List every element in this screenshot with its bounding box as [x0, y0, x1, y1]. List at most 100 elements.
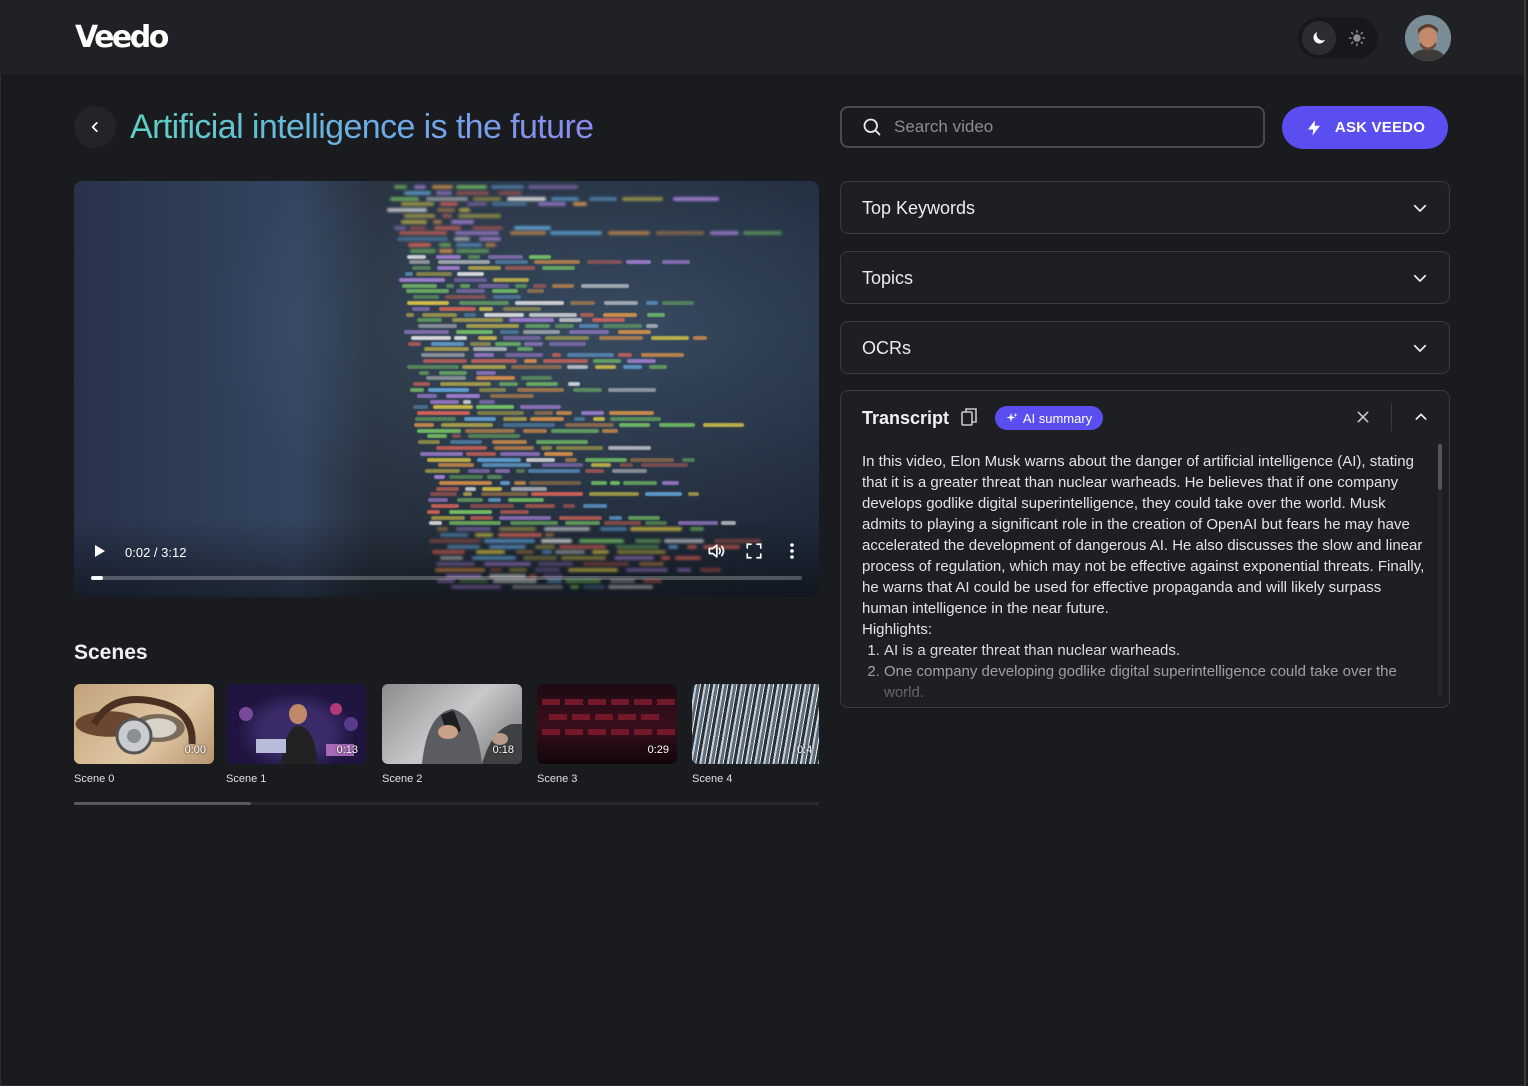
code-line-segment — [487, 475, 503, 479]
code-line-segment — [430, 399, 460, 404]
ask-veedo-button[interactable]: ASK VEEDO — [1282, 106, 1448, 149]
code-line-segment — [406, 301, 450, 305]
scene-thumbnail[interactable]: 0:29 — [537, 684, 677, 764]
sparkle-icon — [1006, 412, 1018, 424]
code-line-segment — [510, 364, 562, 369]
user-avatar[interactable] — [1405, 15, 1451, 61]
accordion-ocrs[interactable]: OCRs — [840, 321, 1450, 374]
theme-toggle[interactable] — [1298, 17, 1378, 59]
scene-item[interactable]: 0:4 Scene 4 — [692, 684, 819, 785]
code-line-segment — [551, 283, 574, 288]
search-box[interactable] — [840, 106, 1265, 148]
code-line-segment — [463, 492, 472, 497]
scene-thumbnail[interactable]: 0:18 — [382, 684, 522, 764]
code-line-segment — [527, 185, 578, 189]
code-line-segment — [520, 405, 561, 410]
chevron-down-icon[interactable] — [1411, 199, 1429, 217]
code-line-segment — [650, 335, 690, 340]
code-line-segment — [403, 190, 431, 195]
code-line-segment — [416, 428, 461, 433]
code-line-segment — [502, 335, 541, 340]
code-line-segment — [646, 301, 659, 305]
code-line-segment — [415, 272, 452, 276]
code-line-segment — [552, 353, 562, 358]
code-line-segment — [458, 208, 471, 213]
copy-icon[interactable] — [961, 408, 977, 426]
transcript-scrollbar-thumb[interactable] — [1438, 444, 1442, 490]
code-line-segment — [536, 440, 588, 445]
code-line-segment — [522, 428, 548, 433]
code-line-segment — [433, 405, 473, 410]
code-line-segment — [528, 254, 552, 259]
page-title: Artificial intelligence is the future — [130, 108, 594, 146]
code-line-segment — [464, 312, 477, 317]
code-line-segment — [502, 422, 556, 427]
scene-thumbnail[interactable]: 0:00 — [74, 684, 214, 764]
video-player[interactable]: 0:02 / 3:12 — [74, 181, 819, 597]
veedo-logo[interactable]: Veedo — [75, 20, 169, 55]
moon-icon[interactable] — [1302, 21, 1336, 55]
scene-item[interactable]: 0:29 Scene 3 — [537, 684, 677, 785]
code-line-segment — [466, 202, 487, 207]
code-line-segment — [507, 196, 546, 201]
close-icon[interactable] — [1355, 409, 1371, 425]
play-icon[interactable] — [94, 543, 108, 559]
code-line-segment — [517, 347, 533, 352]
code-line-segment — [473, 353, 494, 358]
chevron-down-icon[interactable] — [1411, 339, 1429, 357]
code-line-segment — [513, 225, 552, 230]
ai-summary-badge[interactable]: AI summary — [995, 406, 1103, 430]
code-line-segment — [477, 457, 522, 462]
fullscreen-icon[interactable] — [745, 542, 763, 560]
code-line-segment — [431, 185, 453, 189]
code-line-segment — [662, 301, 694, 305]
chevron-up-icon[interactable] — [1413, 409, 1429, 425]
code-line-segment — [472, 196, 501, 201]
code-line-segment — [569, 301, 596, 305]
scene-item[interactable]: 0:13 Scene 1 — [226, 684, 366, 785]
accordion-top-keywords[interactable]: Top Keywords — [840, 181, 1450, 234]
scene-item[interactable]: 0:18 Scene 2 — [382, 684, 522, 785]
code-line-segment — [618, 422, 650, 427]
code-line-segment — [515, 283, 527, 288]
chevron-down-icon[interactable] — [1411, 269, 1429, 287]
code-line-segment — [498, 382, 519, 387]
code-line-segment — [743, 231, 782, 236]
back-button[interactable] — [74, 106, 116, 148]
code-line-segment — [583, 504, 608, 508]
search-input[interactable] — [894, 117, 1234, 137]
code-line-segment — [455, 289, 485, 294]
scene-thumbnail[interactable]: 0:4 — [692, 684, 819, 764]
code-line-segment — [590, 480, 607, 485]
accordion-topics[interactable]: Topics — [840, 251, 1450, 304]
scenes-scrollbar[interactable] — [74, 802, 819, 805]
code-line-segment — [620, 463, 634, 468]
code-line-segment — [466, 324, 519, 329]
transcript-summary: In this video, Elon Musk warns about the… — [862, 453, 1425, 617]
volume-icon[interactable] — [706, 541, 726, 561]
code-line-segment — [456, 272, 485, 276]
code-line-segment — [627, 359, 657, 363]
code-line-segment — [440, 382, 492, 387]
code-line-segment — [456, 498, 484, 503]
code-line-segment — [404, 272, 413, 276]
code-line-segment — [417, 324, 457, 329]
chevron-left-icon — [91, 122, 98, 132]
transcript-scrollbar[interactable] — [1438, 444, 1442, 696]
code-line-segment — [468, 266, 501, 271]
scene-item[interactable]: 0:00 Scene 0 — [74, 684, 214, 785]
code-line-segment — [455, 243, 482, 247]
scenes-scrollbar-thumb[interactable] — [74, 802, 251, 805]
scene-thumbnail[interactable]: 0:13 — [226, 684, 366, 764]
more-options-icon[interactable] — [786, 541, 798, 561]
video-progress-bar[interactable] — [91, 576, 802, 580]
sun-icon[interactable] — [1344, 25, 1370, 51]
accordion-label: Top Keywords — [862, 198, 976, 218]
code-line-segment — [478, 399, 496, 404]
code-line-segment — [436, 254, 462, 259]
code-line-segment — [452, 434, 462, 439]
scene-duration: 0:18 — [492, 744, 514, 756]
code-line-segment — [531, 492, 584, 497]
code-line-segment — [465, 428, 516, 433]
code-line-segment — [453, 277, 488, 282]
